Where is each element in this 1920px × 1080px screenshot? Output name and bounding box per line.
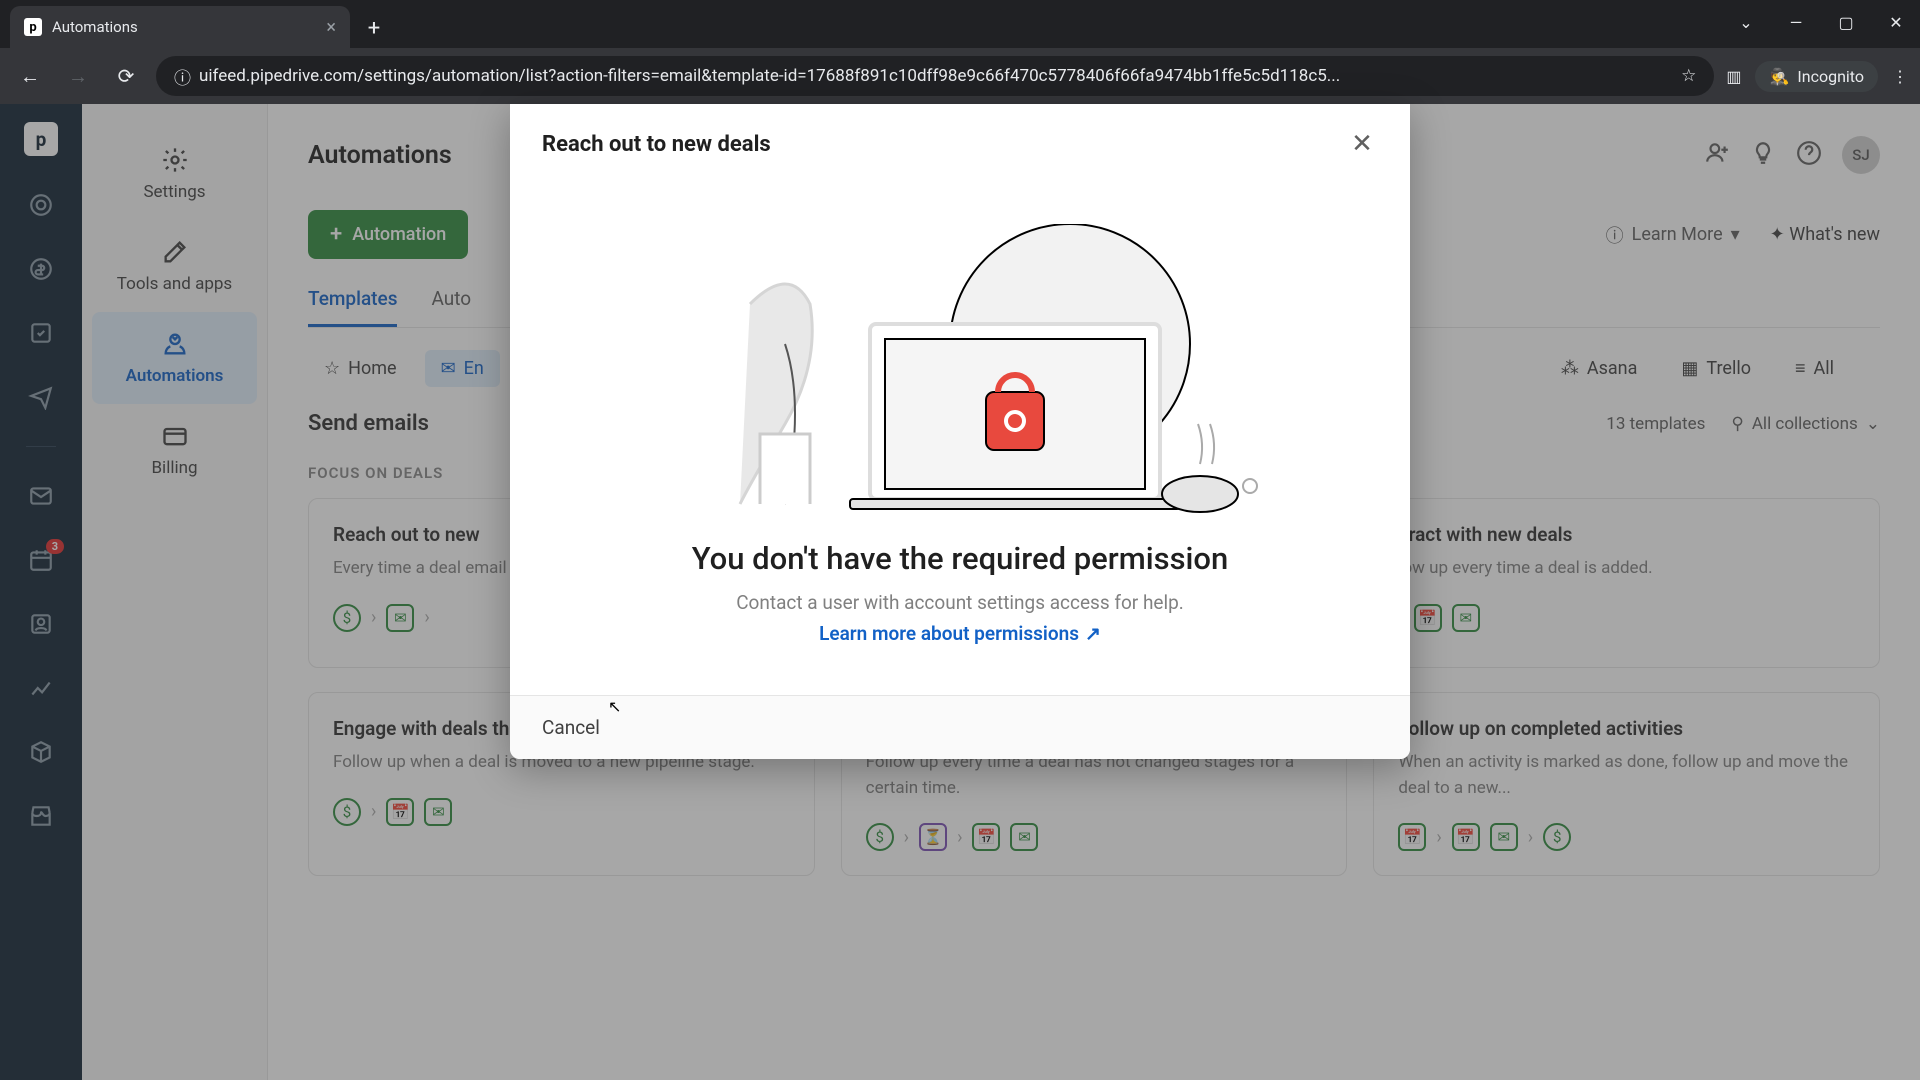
permission-link[interactable]: Learn more about permissions ↗: [819, 622, 1101, 645]
permission-title: You don't have the required permission: [550, 540, 1370, 577]
window-controls: ⌄ — ▢ ✕: [1732, 8, 1910, 36]
browser-tab[interactable]: p Automations ×: [10, 6, 350, 48]
incognito-label: Incognito: [1797, 67, 1864, 86]
incognito-icon: 🕵: [1769, 67, 1789, 86]
url-text: uifeed.pipedrive.com/settings/automation…: [199, 66, 1673, 86]
modal-footer: Cancel: [510, 695, 1410, 759]
tab-close-icon[interactable]: ×: [326, 17, 336, 38]
minimize-icon[interactable]: —: [1782, 8, 1810, 36]
external-link-icon: ↗: [1085, 622, 1101, 645]
forward-button[interactable]: →: [60, 58, 96, 94]
tab-bar: p Automations × + ⌄ — ▢ ✕: [0, 0, 1920, 48]
bookmark-icon[interactable]: ☆: [1681, 66, 1696, 86]
permission-illustration: [550, 214, 1370, 514]
favicon-icon: p: [24, 18, 42, 36]
reload-button[interactable]: ⟳: [108, 58, 144, 94]
url-field[interactable]: ⓘ uifeed.pipedrive.com/settings/automati…: [156, 56, 1714, 96]
menu-icon[interactable]: ⋮: [1892, 67, 1908, 86]
toolbar-icons: ▥ 🕵 Incognito ⋮: [1726, 61, 1908, 92]
incognito-badge[interactable]: 🕵 Incognito: [1755, 61, 1878, 92]
cancel-button[interactable]: Cancel: [542, 716, 600, 739]
extensions-icon[interactable]: ▥: [1726, 67, 1741, 86]
browser-chrome: p Automations × + ⌄ — ▢ ✕ ← → ⟳ ⓘ uifeed…: [0, 0, 1920, 104]
address-bar: ← → ⟳ ⓘ uifeed.pipedrive.com/settings/au…: [0, 48, 1920, 104]
site-info-icon[interactable]: ⓘ: [174, 64, 191, 89]
modal-title: Reach out to new deals: [542, 132, 771, 157]
permission-modal: Reach out to new deals ✕ You don't have …: [510, 104, 1410, 759]
new-tab-button[interactable]: +: [358, 12, 390, 44]
close-window-icon[interactable]: ✕: [1882, 8, 1910, 36]
chevron-down-icon[interactable]: ⌄: [1732, 8, 1760, 36]
modal-body: You don't have the required permission C…: [510, 184, 1410, 695]
back-button[interactable]: ←: [12, 58, 48, 94]
modal-header: Reach out to new deals ✕: [510, 104, 1410, 184]
permission-subtitle: Contact a user with account settings acc…: [550, 591, 1370, 614]
link-label: Learn more about permissions: [819, 622, 1079, 645]
modal-close-button[interactable]: ✕: [1346, 128, 1378, 160]
maximize-icon[interactable]: ▢: [1832, 8, 1860, 36]
tab-title: Automations: [52, 18, 316, 36]
